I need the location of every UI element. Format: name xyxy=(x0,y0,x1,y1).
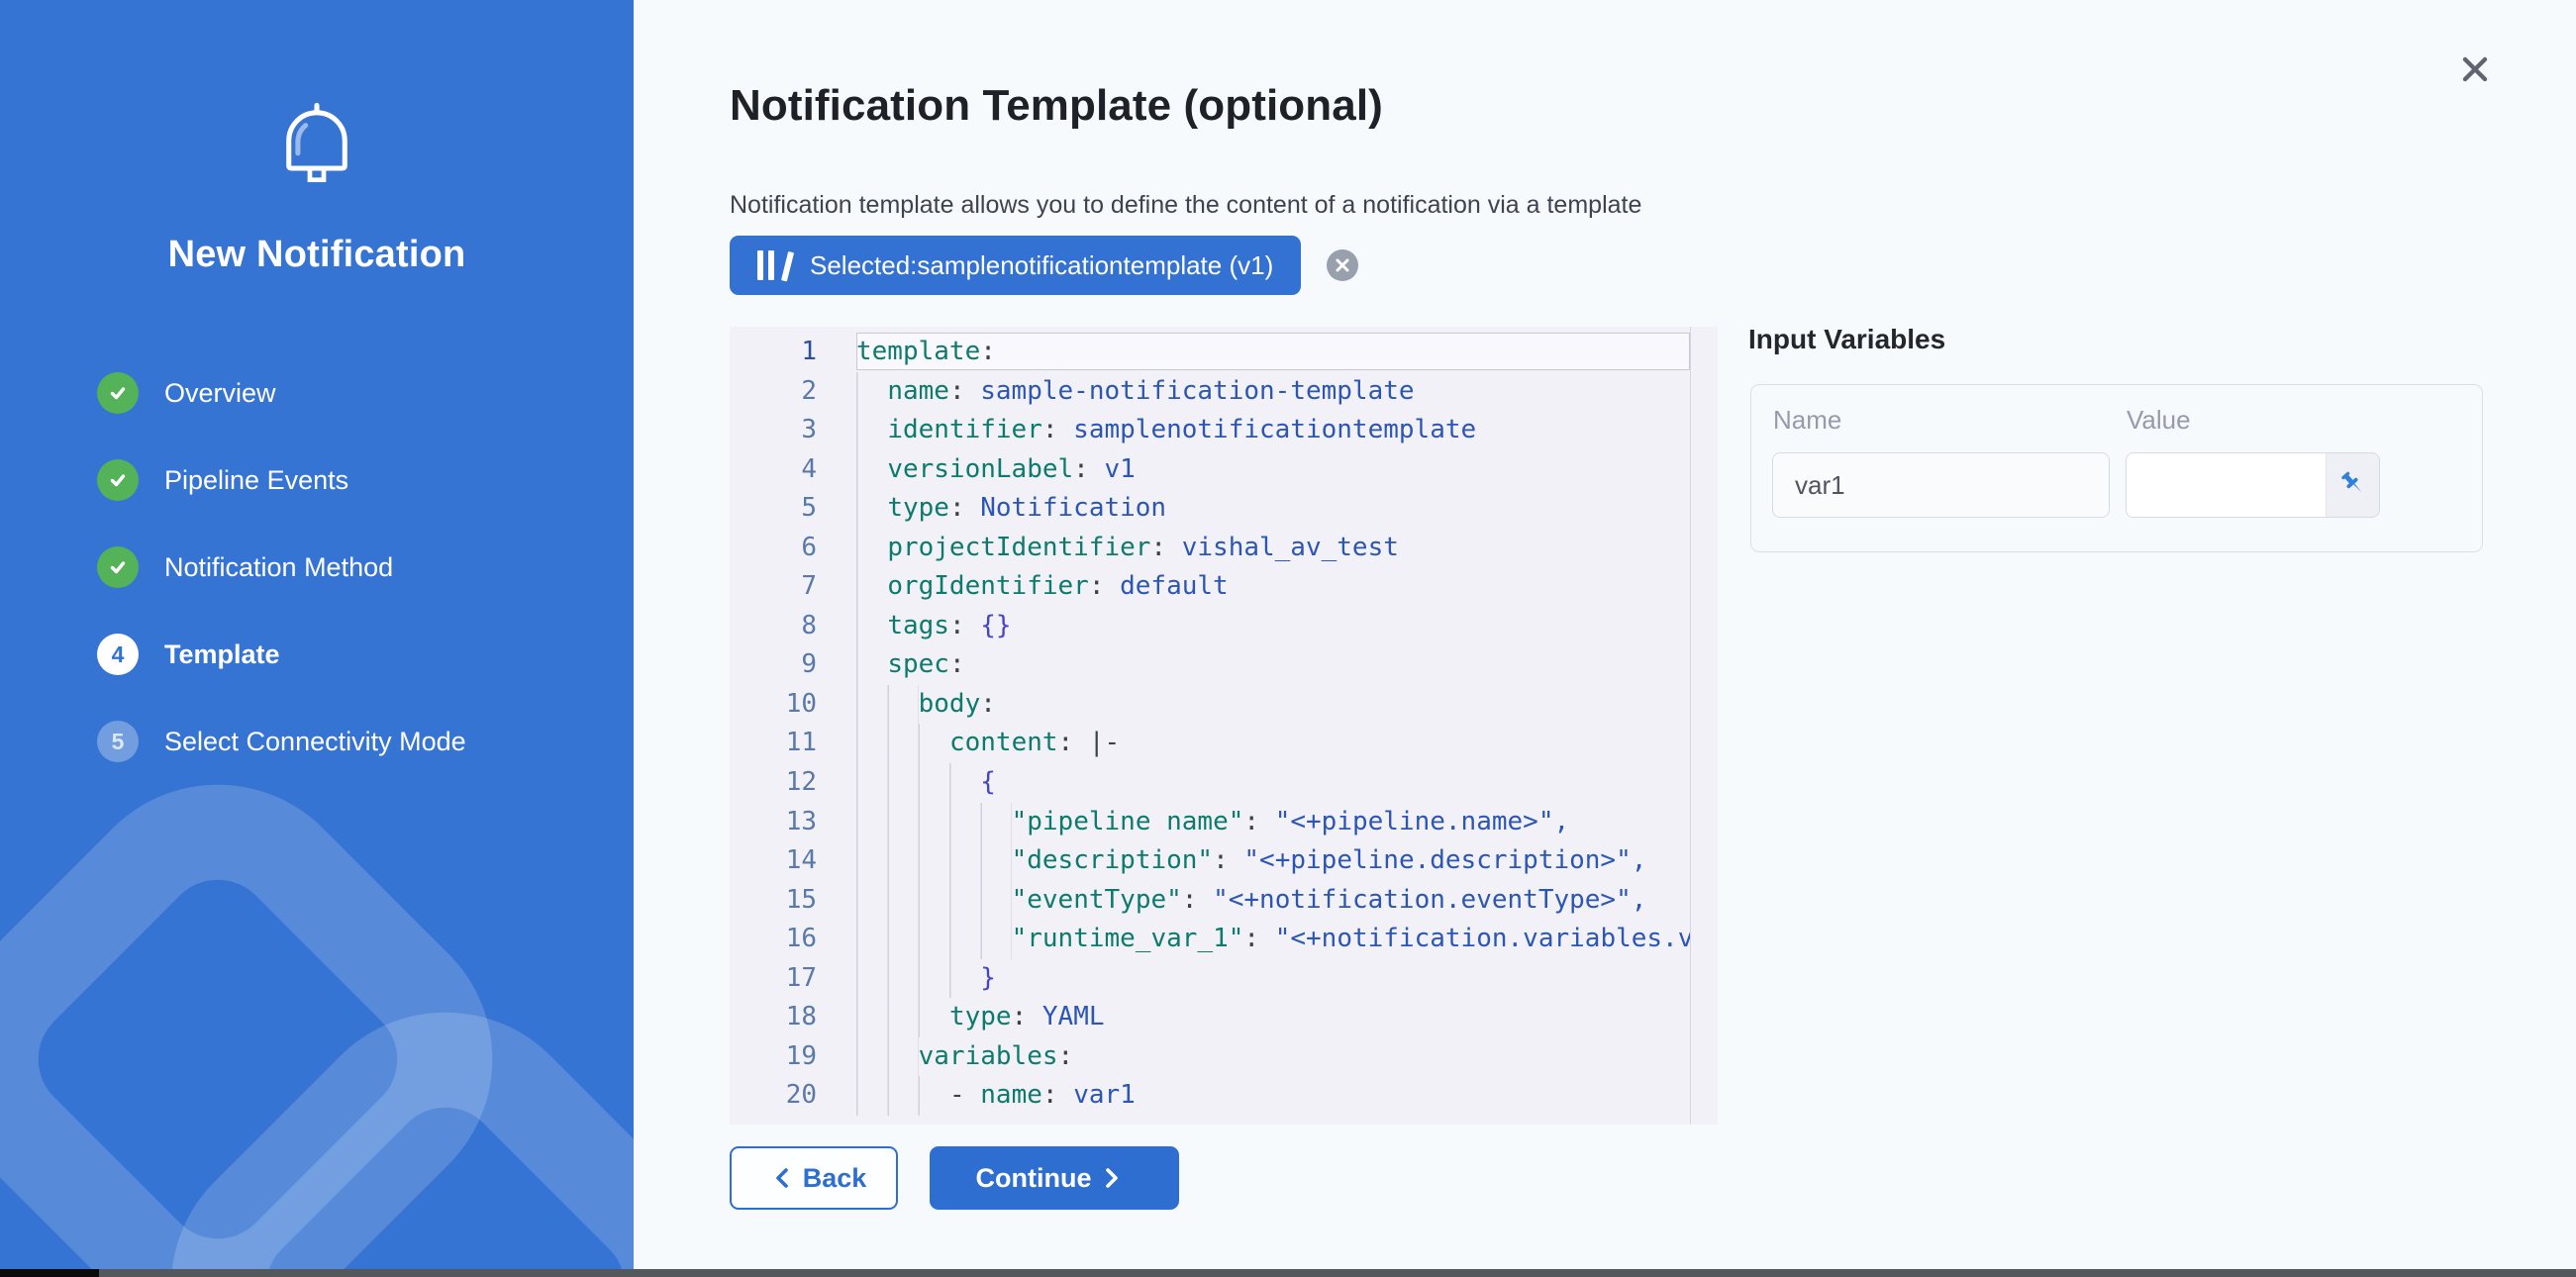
code-line[interactable]: "description": "<+pipeline.description>"… xyxy=(856,841,1690,881)
variable-value-field[interactable] xyxy=(2127,453,2327,517)
code-line[interactable]: identifier: samplenotificationtemplate xyxy=(856,411,1690,450)
sidebar-step-template[interactable]: 4 Template xyxy=(97,633,466,676)
sidebar-step-notification-method[interactable]: Notification Method xyxy=(97,545,466,589)
template-yaml-editor[interactable]: 1234567891011121314151617181920 template… xyxy=(730,327,1718,1125)
editor-line-numbers: 1234567891011121314151617181920 xyxy=(730,333,856,1116)
line-number: 17 xyxy=(730,959,817,999)
line-number: 4 xyxy=(730,450,817,490)
code-line[interactable]: } xyxy=(856,959,1690,999)
line-number: 3 xyxy=(730,411,817,450)
sidebar-step-overview[interactable]: Overview xyxy=(97,371,466,415)
line-number: 14 xyxy=(730,841,817,881)
line-number: 16 xyxy=(730,920,817,959)
code-line[interactable]: template: xyxy=(856,333,1690,372)
wizard-title: New Notification xyxy=(0,234,634,276)
notification-bell-icon xyxy=(0,103,634,191)
bottom-bar xyxy=(0,1269,2576,1277)
continue-button-label: Continue xyxy=(976,1163,1092,1194)
line-number: 7 xyxy=(730,567,817,607)
step-label: Pipeline Events xyxy=(164,465,348,496)
step-label: Notification Method xyxy=(164,552,393,583)
step-label: Template xyxy=(164,639,280,670)
line-number: 9 xyxy=(730,645,817,685)
line-number: 15 xyxy=(730,881,817,921)
code-line[interactable]: content: |- xyxy=(856,724,1690,763)
line-number: 11 xyxy=(730,724,817,763)
code-line[interactable]: tags: {} xyxy=(856,607,1690,646)
line-number: 13 xyxy=(730,803,817,842)
line-number: 2 xyxy=(730,372,817,412)
bottom-bar-left xyxy=(0,1269,99,1277)
code-line[interactable]: variables: xyxy=(856,1037,1690,1077)
page-title: Notification Template (optional) xyxy=(730,81,1383,131)
continue-button[interactable]: Continue xyxy=(930,1146,1179,1210)
name-column-label: Name xyxy=(1773,405,1841,436)
clear-template-button[interactable] xyxy=(1327,249,1358,281)
step-label: Select Connectivity Mode xyxy=(164,727,466,757)
step-check-icon xyxy=(97,372,139,414)
code-line[interactable]: type: YAML xyxy=(856,998,1690,1037)
selected-template-label: Selected:samplenotificationtemplate (v1) xyxy=(810,250,1273,281)
code-line[interactable]: name: sample-notification-template xyxy=(856,372,1690,412)
line-number: 5 xyxy=(730,489,817,529)
page-subtitle: Notification template allows you to defi… xyxy=(730,191,1641,220)
wizard-sidebar: New Notification Overview Pipeline Events… xyxy=(0,0,634,1277)
step-number-badge: 5 xyxy=(97,721,139,762)
close-icon[interactable] xyxy=(2455,49,2495,89)
pin-input-button[interactable] xyxy=(2327,453,2379,517)
sidebar-step-pipeline-events[interactable]: Pipeline Events xyxy=(97,458,466,502)
selected-template-chip[interactable]: Selected:samplenotificationtemplate (v1) xyxy=(730,236,1301,295)
code-line[interactable]: - name: var1 xyxy=(856,1076,1690,1116)
step-check-icon xyxy=(97,546,139,588)
code-line[interactable]: "runtime_var_1": "<+notification.variabl… xyxy=(856,920,1690,959)
line-number: 20 xyxy=(730,1076,817,1116)
chevron-right-icon xyxy=(1103,1166,1121,1190)
variable-value-group xyxy=(2126,452,2380,518)
pushpin-icon xyxy=(2338,469,2368,502)
line-number: 18 xyxy=(730,998,817,1037)
variable-name-field[interactable] xyxy=(1772,452,2110,518)
code-line[interactable]: projectIdentifier: vishal_av_test xyxy=(856,529,1690,568)
wizard-steps: Overview Pipeline Events Notification Meth… xyxy=(97,371,466,807)
step-label: Overview xyxy=(164,378,276,409)
back-button-label: Back xyxy=(803,1163,867,1194)
code-line[interactable]: "eventType": "<+notification.eventType>"… xyxy=(856,881,1690,921)
input-variables-card: Name Value xyxy=(1750,384,2483,552)
sidebar-step-select-connectivity-mode[interactable]: 5 Select Connectivity Mode xyxy=(97,720,466,763)
code-line[interactable]: orgIdentifier: default xyxy=(856,567,1690,607)
code-line[interactable]: spec: xyxy=(856,645,1690,685)
line-number: 6 xyxy=(730,529,817,568)
step-check-icon xyxy=(97,459,139,501)
line-number: 12 xyxy=(730,763,817,803)
line-number: 8 xyxy=(730,607,817,646)
code-line[interactable]: { xyxy=(856,763,1690,803)
line-number: 1 xyxy=(730,333,817,372)
library-icon xyxy=(757,250,795,280)
code-line[interactable]: "pipeline name": "<+pipeline.name>", xyxy=(856,803,1690,842)
step-number-badge: 4 xyxy=(97,634,139,675)
code-line[interactable]: body: xyxy=(856,685,1690,725)
code-line[interactable]: versionLabel: v1 xyxy=(856,450,1690,490)
line-number: 10 xyxy=(730,685,817,725)
back-button[interactable]: Back xyxy=(730,1146,898,1210)
input-variables-heading: Input Variables xyxy=(1748,324,1945,355)
editor-code-area[interactable]: template:name: sample-notification-templ… xyxy=(856,333,1690,1119)
code-line[interactable]: type: Notification xyxy=(856,489,1690,529)
value-column-label: Value xyxy=(2127,405,2191,436)
chevron-left-icon xyxy=(773,1166,791,1190)
line-number: 19 xyxy=(730,1037,817,1077)
editor-scrollbar[interactable] xyxy=(1690,327,1691,1125)
template-step-panel: Notification Template (optional) Notific… xyxy=(634,0,2576,1277)
